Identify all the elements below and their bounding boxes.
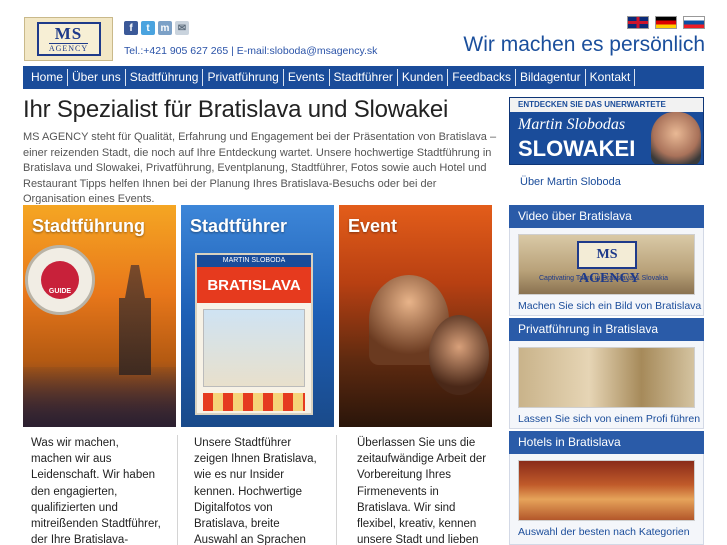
video-box: MS AGENCY Captivating Tours in Bratislav… xyxy=(509,228,704,316)
language-switcher xyxy=(627,16,705,29)
slogan: Wir machen es persönlich xyxy=(463,33,705,56)
seal-shield: GUIDE xyxy=(41,261,79,299)
column-divider xyxy=(336,435,337,545)
video-subtitle: Captivating Tours in Bratislava & Slovak… xyxy=(539,275,669,282)
video-caption-link[interactable]: Machen Sie sich ein Bild von Bratislava xyxy=(518,300,701,312)
hotels-box-header[interactable]: Hotels in Bratislava xyxy=(509,431,704,454)
nav-item-private-tour[interactable]: Privatführung xyxy=(203,69,284,86)
mail-icon[interactable]: ✉ xyxy=(175,21,189,35)
video-box-header[interactable]: Video über Bratislava xyxy=(509,205,704,228)
promo-tagline: ENTDECKEN SIE DAS UNERWARTETE xyxy=(510,98,703,112)
private-tour-thumbnail[interactable] xyxy=(518,347,695,408)
nav-item-home[interactable]: Home xyxy=(27,69,69,86)
tile-city-tour-text: Was wir machen, machen wir aus Leidensch… xyxy=(31,437,161,545)
twitter-icon[interactable]: t xyxy=(141,21,155,35)
tile-city-tour-ground xyxy=(23,367,176,427)
page-title: Ihr Spezialist für Bratislava und Slowak… xyxy=(23,96,449,123)
main-nav: Home Über uns Stadtführung Privatführung… xyxy=(23,66,704,89)
flag-english-icon[interactable] xyxy=(627,16,649,29)
nav-item-contact[interactable]: Kontakt xyxy=(586,69,636,86)
tile-guidebooks-title: Stadtführer xyxy=(190,216,288,236)
facebook-icon[interactable]: f xyxy=(124,21,138,35)
flag-slovak-icon[interactable] xyxy=(683,16,705,29)
book-author: MARTIN SLOBODA xyxy=(197,255,311,267)
logo-ms-text: MS xyxy=(54,24,83,43)
book-title: BRATISLAVA xyxy=(197,267,311,303)
tile-events-title: Event xyxy=(348,216,398,236)
intro-text: MS AGENCY steht für Qualität, Erfahrung … xyxy=(23,131,497,204)
column-divider xyxy=(177,435,178,545)
hotels-caption-link[interactable]: Auswahl der besten nach Kategorien xyxy=(518,526,690,538)
tile-events[interactable]: Event xyxy=(339,205,492,427)
promo-banner[interactable]: ENTDECKEN SIE DAS UNERWARTETE Martin Slo… xyxy=(509,97,704,165)
social-links: f t m ✉ xyxy=(124,21,189,35)
promo-headline: SLOWAKEI xyxy=(518,136,636,161)
nav-item-photo-agency[interactable]: Bildagentur xyxy=(516,69,586,86)
hotels-box: Auswahl der besten nach Kategorien xyxy=(509,454,704,545)
guide-seal-icon: GUIDE xyxy=(25,245,95,315)
video-logo: MS AGENCY xyxy=(577,241,640,286)
tile-guidebooks-text: Unsere Stadtführer zeigen Ihnen Bratisla… xyxy=(194,437,317,545)
tile-city-tour-title: Stadtführung xyxy=(32,216,145,236)
private-tour-box-header[interactable]: Privatführung in Bratislava xyxy=(509,318,704,341)
contact-info: Tel.:+421 905 627 265 | E-mail:sloboda@m… xyxy=(124,45,378,57)
nav-item-city-tour[interactable]: Stadtführung xyxy=(126,69,204,86)
private-tour-caption-link[interactable]: Lassen Sie sich von einem Profi führen xyxy=(518,413,700,425)
logo-agency-text: AGENCY xyxy=(48,43,89,53)
header: MS AGENCY f t m ✉ Tel.:+421 905 627 265 … xyxy=(0,0,727,66)
nav-item-events[interactable]: Events xyxy=(284,69,330,86)
author-portrait-image xyxy=(651,112,701,164)
video-thumbnail[interactable]: MS AGENCY Captivating Tours in Bratislav… xyxy=(518,234,695,295)
book-photo xyxy=(203,309,305,387)
nav-item-about[interactable]: Über uns xyxy=(68,69,126,86)
myspace-icon[interactable]: m xyxy=(158,21,172,35)
promo-name: Martin Slobodas xyxy=(518,116,626,133)
town-hall-image xyxy=(119,265,151,375)
nav-item-clients[interactable]: Kunden xyxy=(398,69,449,86)
tile-events-text: Überlassen Sie uns die zeitaufwändige Ar… xyxy=(357,437,487,545)
ms-agency-logo[interactable]: MS AGENCY xyxy=(24,17,113,61)
about-author-link[interactable]: Über Martin Sloboda xyxy=(520,176,621,188)
tile-city-tour[interactable]: GUIDE Stadtführung xyxy=(23,205,176,427)
flag-german-icon[interactable] xyxy=(655,16,677,29)
violinist-image xyxy=(429,315,489,395)
nav-item-feedbacks[interactable]: Feedbacks xyxy=(448,69,516,86)
hotel-thumbnail[interactable] xyxy=(518,460,695,521)
book-strip xyxy=(203,393,305,411)
guidebook-cover-image: MARTIN SLOBODA BRATISLAVA xyxy=(195,253,313,415)
private-tour-box: Lassen Sie sich von einem Profi führen xyxy=(509,341,704,429)
tile-guidebooks[interactable]: MARTIN SLOBODA BRATISLAVA Stadtführer xyxy=(181,205,334,427)
nav-item-guidebooks[interactable]: Stadtführer xyxy=(330,69,398,86)
logo-mark: MS AGENCY xyxy=(36,22,101,56)
